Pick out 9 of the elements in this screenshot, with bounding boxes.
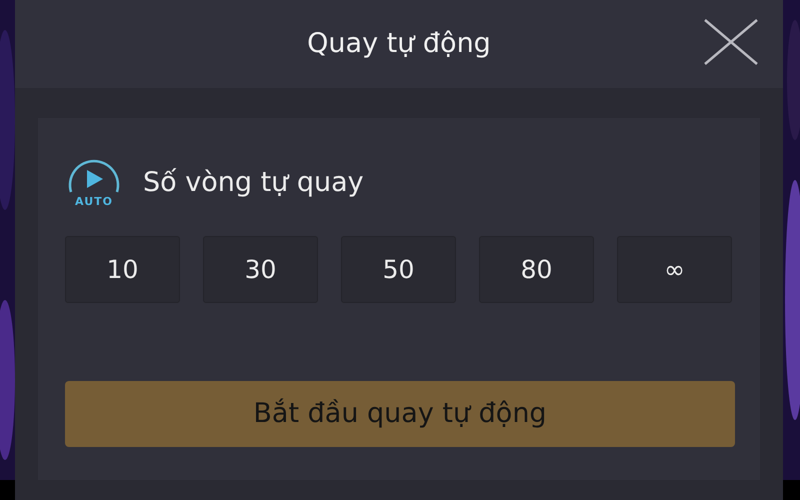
round-option[interactable]: 30: [203, 236, 318, 303]
dialog-title: Quay tự động: [307, 26, 491, 61]
round-option[interactable]: 10: [65, 236, 180, 303]
close-button[interactable]: [703, 18, 759, 66]
round-option[interactable]: 80: [479, 236, 594, 303]
round-option[interactable]: ∞: [617, 236, 732, 303]
section-label: Số vòng tự quay: [143, 166, 364, 200]
close-icon: [704, 19, 758, 65]
round-option[interactable]: 50: [341, 236, 456, 303]
